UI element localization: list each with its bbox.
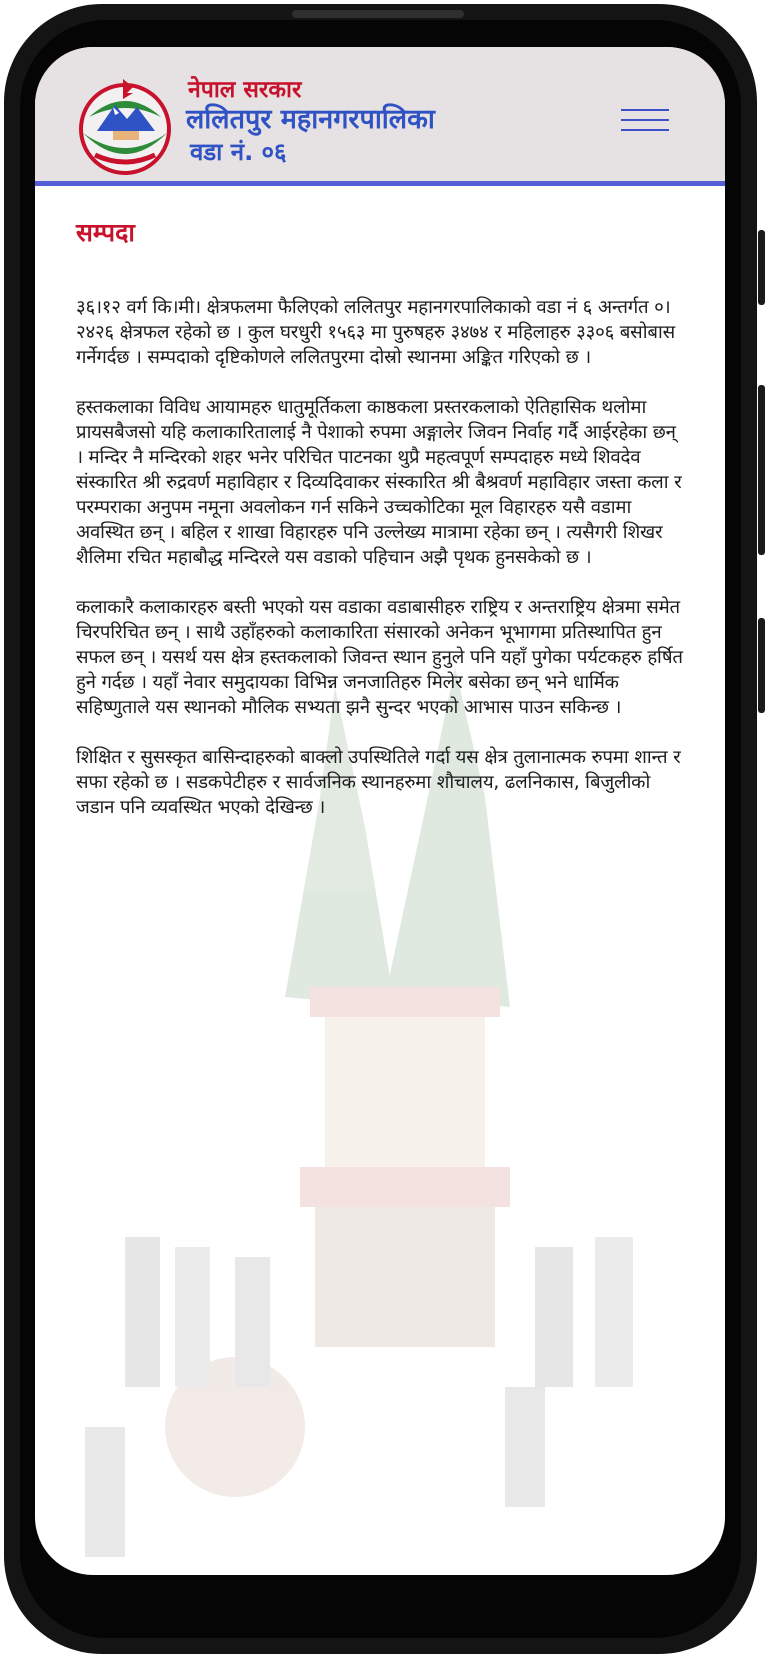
menu-bar-bottom — [621, 129, 669, 131]
phone-device: नेपाल सरकार ललितपुर महानगरपालिका वडा नं.… — [0, 0, 765, 1660]
site-header: नेपाल सरकार ललितपुर महानगरपालिका वडा नं.… — [35, 47, 725, 181]
ward-number: वडा नं. ०६ — [190, 138, 287, 166]
page-title: सम्पदा — [76, 218, 135, 247]
header-divider — [35, 181, 725, 186]
hamburger-menu-button[interactable] — [621, 109, 671, 143]
paragraph-residents: शिक्षित र सुसस्कृत बासिन्दाहरुको बाक्लो … — [76, 747, 681, 818]
app-screen: नेपाल सरकार ललितपुर महानगरपालिका वडा नं.… — [35, 47, 725, 1575]
volume-up-button — [758, 230, 765, 305]
power-button — [758, 618, 765, 713]
paragraph-intro: ३६।१२ वर्ग कि।मी। क्षेत्रफलमा फैलिएको लल… — [76, 297, 675, 368]
government-name: नेपाल सरकार — [188, 77, 302, 103]
phone-speaker — [292, 10, 464, 18]
municipality-name: ललितपुर महानगरपालिका — [186, 104, 435, 135]
main-content: सम्पदा ३६।१२ वर्ग कि।मी। क्षेत्रफलमा फैल… — [76, 215, 688, 845]
nepal-government-emblem-icon — [79, 79, 171, 175]
paragraph-artisans: कलाकारै कलाकारहरु बस्ती भएको यस वडाका वड… — [76, 597, 683, 718]
menu-bar-top — [621, 109, 669, 111]
volume-down-button — [758, 385, 765, 555]
paragraph-handicraft: हस्तकलाका विविध आयामहरु धातुमूर्तिकला का… — [76, 397, 682, 568]
menu-bar-middle — [621, 119, 669, 121]
